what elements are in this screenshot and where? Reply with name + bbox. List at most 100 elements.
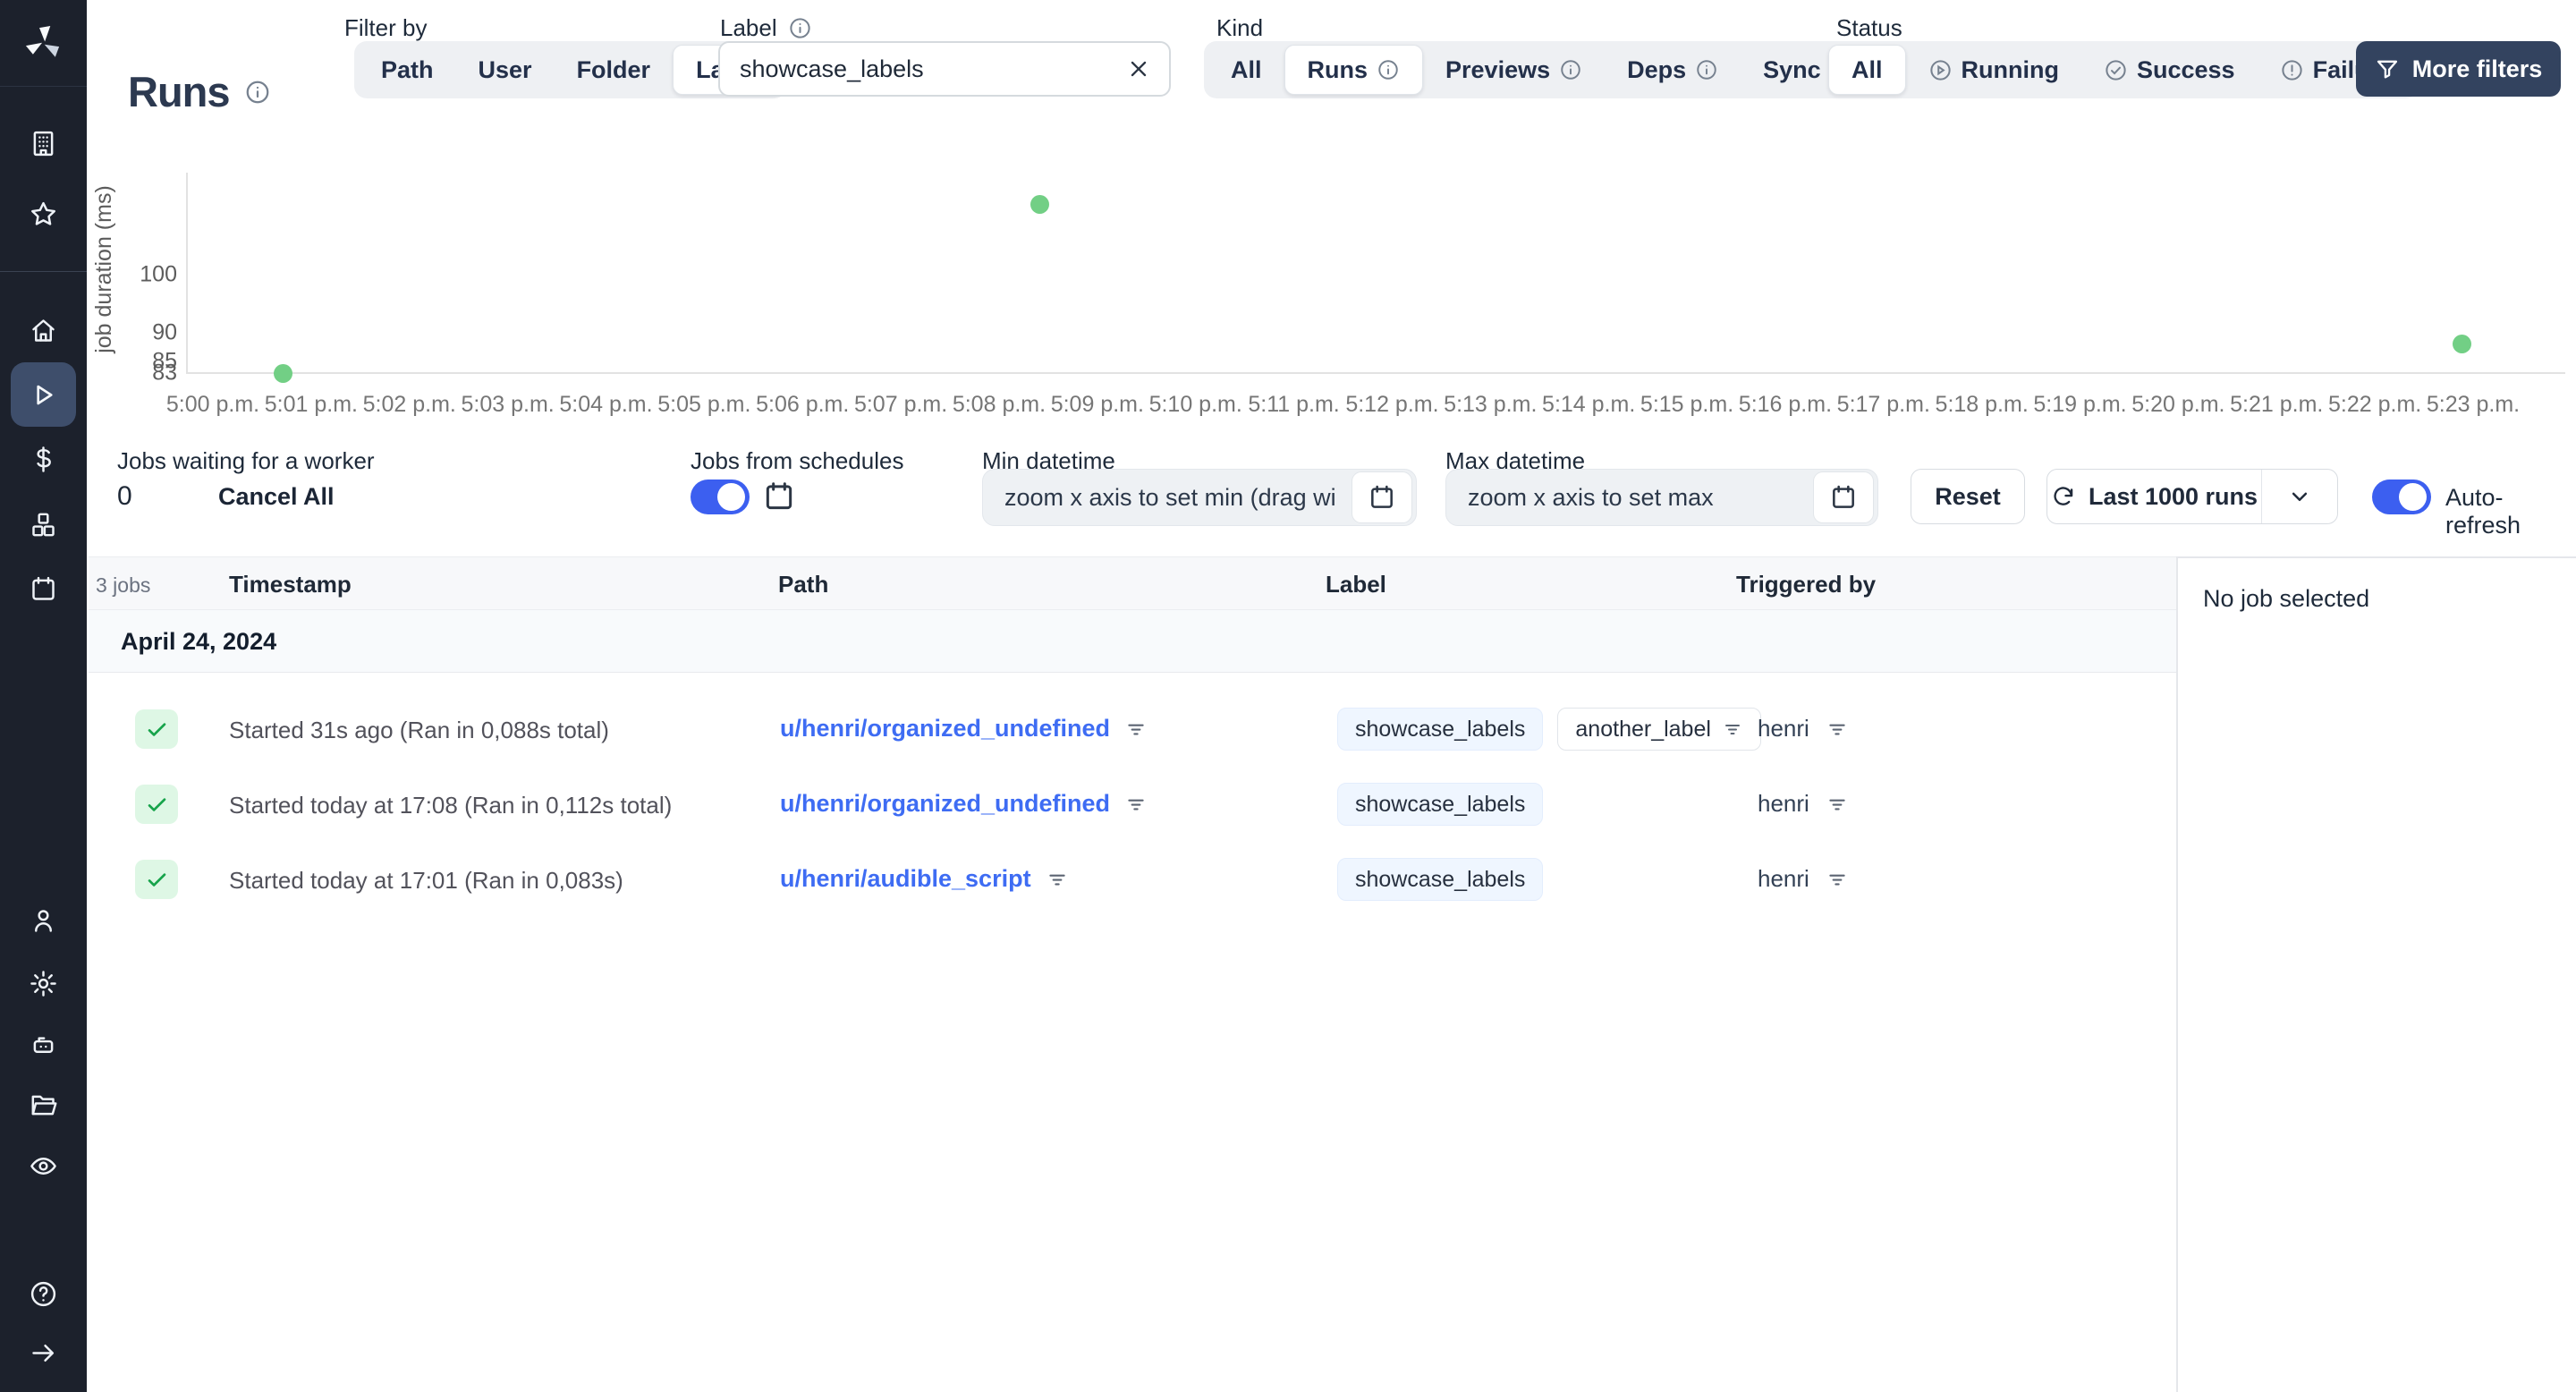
calendar-icon bbox=[32, 576, 55, 600]
min-datetime-calendar-button[interactable] bbox=[1352, 471, 1412, 523]
job-detail-panel: No job selected bbox=[2176, 556, 2576, 1392]
chart-x-tick: 5:21 p.m. bbox=[2230, 392, 2324, 417]
sidebar-item-help[interactable] bbox=[0, 1279, 87, 1309]
play-icon bbox=[37, 385, 53, 404]
filter-by-path-icon[interactable] bbox=[1124, 793, 1148, 816]
chart-point[interactable] bbox=[2453, 335, 2472, 353]
kind-option-sync-text: Sync bbox=[1763, 55, 1821, 83]
page-title: Runs bbox=[128, 67, 271, 116]
filter-by-option-path[interactable]: Path bbox=[359, 46, 456, 94]
cancel-all-button[interactable]: Cancel All bbox=[218, 483, 335, 511]
chart-x-tick: 5:18 p.m. bbox=[1935, 392, 2029, 417]
runs-limit-dropdown-button[interactable] bbox=[2262, 470, 2337, 523]
chart-y-tick: 83 bbox=[152, 360, 177, 386]
info-icon bbox=[1377, 58, 1400, 81]
filter-by-option-folder[interactable]: Folder bbox=[555, 46, 674, 94]
row-path-link[interactable]: u/henri/organized_undefined bbox=[780, 715, 1110, 743]
kind-option-deps[interactable]: Deps bbox=[1605, 46, 1741, 94]
label-badge[interactable]: showcase_labels bbox=[1337, 708, 1544, 751]
chart-x-tick: 5:07 p.m. bbox=[853, 392, 948, 417]
filter-by-user-icon[interactable] bbox=[1826, 793, 1849, 816]
info-icon[interactable] bbox=[244, 79, 271, 106]
label-badge[interactable]: showcase_labels bbox=[1337, 783, 1544, 826]
row-path-link[interactable]: u/henri/audible_script bbox=[780, 865, 1031, 893]
filter-by-user-icon[interactable] bbox=[1826, 717, 1849, 741]
sidebar-item-resources[interactable] bbox=[0, 510, 87, 539]
label-badge[interactable]: showcase_labels bbox=[1337, 858, 1544, 901]
refresh-runs-button[interactable]: Last 1000 runs bbox=[2047, 470, 2261, 523]
info-icon bbox=[1559, 58, 1582, 81]
sidebar-item-users[interactable] bbox=[0, 906, 87, 936]
runs-limit-split-button: Last 1000 runs bbox=[2046, 469, 2338, 524]
sidebar-item-variables[interactable] bbox=[0, 445, 87, 474]
chart-point[interactable] bbox=[1030, 195, 1049, 214]
max-datetime-input[interactable] bbox=[1466, 482, 1813, 513]
table-row[interactable]: Started today at 17:01 (Ran in 0,083s) u… bbox=[89, 842, 2176, 917]
runs-limit-label: Last 1000 runs bbox=[2088, 482, 2258, 510]
reset-button[interactable]: Reset bbox=[1911, 469, 2025, 524]
success-check-icon bbox=[135, 709, 178, 749]
refresh-icon bbox=[2054, 487, 2073, 505]
sidebar-item-workers[interactable] bbox=[0, 1030, 87, 1059]
table-row[interactable]: Started today at 17:08 (Ran in 0,112s to… bbox=[89, 767, 2176, 842]
clear-label-icon[interactable] bbox=[1108, 56, 1169, 81]
sidebar-item-workspace[interactable] bbox=[0, 129, 87, 158]
home-icon bbox=[32, 319, 55, 342]
max-datetime-calendar-button[interactable] bbox=[1813, 471, 1874, 523]
chart-x-tick: 5:02 p.m. bbox=[362, 392, 456, 417]
sidebar-item-favorites[interactable] bbox=[0, 199, 87, 229]
status-option-success-text: Success bbox=[2136, 55, 2235, 83]
building-icon bbox=[33, 131, 54, 157]
help-circle-icon bbox=[30, 1281, 56, 1307]
filter-by-user-icon[interactable] bbox=[1826, 868, 1849, 891]
table-row[interactable]: Started 31s ago (Ran in 0,088s total) u/… bbox=[89, 692, 2176, 767]
chart-x-tick: 5:19 p.m. bbox=[2033, 392, 2127, 417]
chart-x-tick: 5:04 p.m. bbox=[559, 392, 653, 417]
label-badge-text: another_label bbox=[1575, 716, 1711, 742]
sidebar-item-audit-logs[interactable] bbox=[0, 1151, 87, 1181]
play-circle-icon bbox=[1928, 58, 1953, 82]
chart-x-tick: 5:05 p.m. bbox=[657, 392, 751, 417]
auto-refresh-toggle[interactable] bbox=[2372, 480, 2431, 514]
kind-option-runs-text: Runs bbox=[1307, 55, 1368, 83]
label-field-label-text: Label bbox=[720, 14, 777, 41]
status-option-all[interactable]: All bbox=[1828, 45, 1906, 95]
filter-by-label-icon[interactable] bbox=[1722, 718, 1743, 740]
row-triggered-by: henri bbox=[1758, 790, 1809, 817]
sidebar-item-settings[interactable] bbox=[0, 969, 87, 998]
chart-x-tick: 5:17 p.m. bbox=[1836, 392, 1930, 417]
row-path-link[interactable]: u/henri/organized_undefined bbox=[780, 790, 1110, 818]
boxes-icon bbox=[32, 513, 55, 537]
status-option-success[interactable]: Success bbox=[2081, 46, 2258, 94]
info-icon[interactable] bbox=[788, 16, 812, 40]
status-option-running[interactable]: Running bbox=[1906, 46, 2081, 94]
filter-by-option-user[interactable]: User bbox=[456, 46, 555, 94]
sidebar-item-expand[interactable] bbox=[0, 1338, 87, 1368]
row-triggered-by: henri bbox=[1758, 865, 1809, 892]
filter-by-path-icon[interactable] bbox=[1046, 868, 1069, 891]
kind-option-runs[interactable]: Runs bbox=[1284, 45, 1424, 95]
column-header-triggered-by: Triggered by bbox=[1736, 571, 1877, 598]
filter-by-path-icon[interactable] bbox=[1124, 717, 1148, 741]
label-filter-input[interactable] bbox=[720, 55, 1108, 83]
label-badge[interactable]: another_label bbox=[1557, 708, 1761, 751]
more-filters-label: More filters bbox=[2411, 55, 2543, 82]
eye-icon bbox=[30, 1158, 56, 1175]
schedule-calendar-icon[interactable] bbox=[762, 480, 796, 514]
kind-option-all[interactable]: All bbox=[1208, 46, 1284, 94]
more-filters-button[interactable]: More filters bbox=[2356, 41, 2561, 97]
filter-by-label: Filter by bbox=[344, 14, 428, 41]
jobs-count: 3 jobs bbox=[96, 573, 151, 597]
sidebar-item-home[interactable] bbox=[0, 316, 87, 345]
sidebar-item-folders[interactable] bbox=[0, 1091, 87, 1120]
chart-x-tick: 5:01 p.m. bbox=[264, 392, 358, 417]
no-job-selected-message: No job selected bbox=[2203, 585, 2370, 612]
kind-option-deps-text: Deps bbox=[1627, 55, 1687, 83]
sidebar-item-schedules[interactable] bbox=[0, 574, 87, 604]
kind-option-previews[interactable]: Previews bbox=[1423, 46, 1605, 94]
jobs-from-schedules-toggle[interactable] bbox=[691, 480, 750, 514]
min-datetime-input[interactable] bbox=[1003, 482, 1352, 513]
chart-point[interactable] bbox=[273, 363, 292, 383]
sidebar-item-runs[interactable] bbox=[11, 362, 76, 427]
windmill-logo[interactable] bbox=[0, 0, 87, 87]
